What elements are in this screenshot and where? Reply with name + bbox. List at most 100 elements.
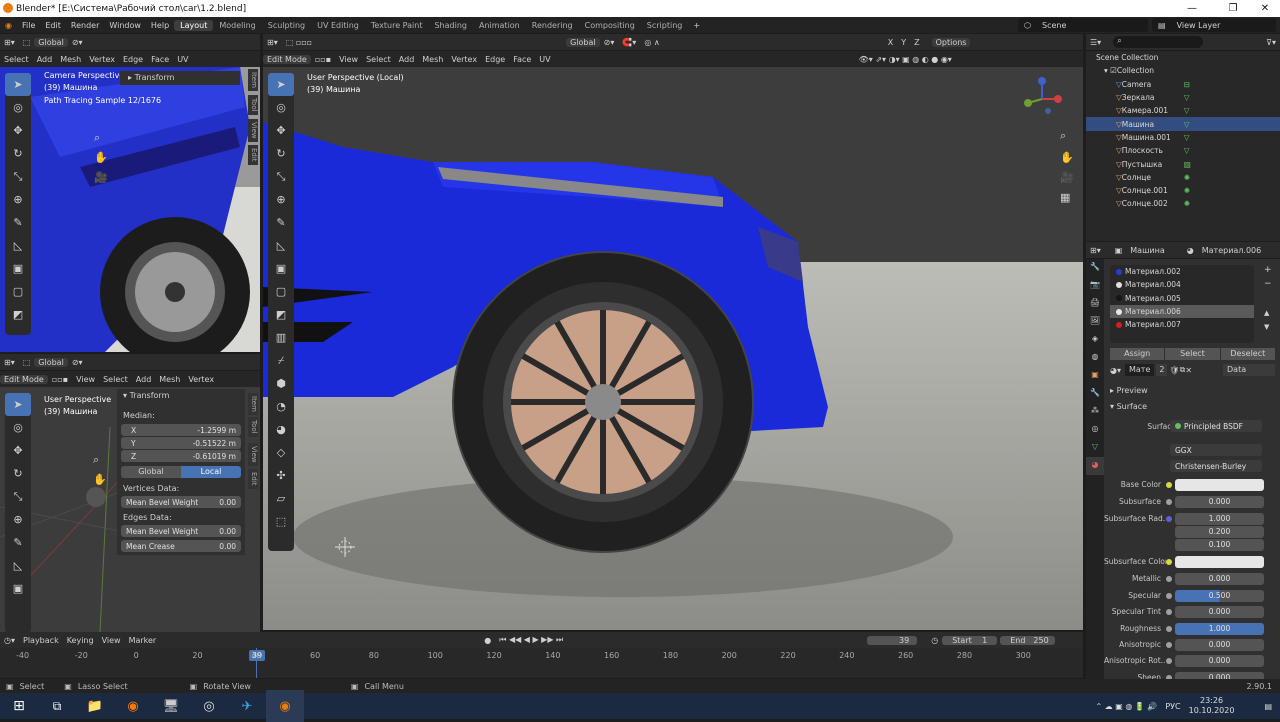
main-menu-face[interactable]: Face (509, 55, 535, 64)
tl-tab-tool[interactable]: Tool (248, 95, 258, 115)
steam-icon[interactable]: ◎ (190, 690, 228, 722)
view-layer-selector[interactable]: ▤ View Layer (1152, 18, 1276, 32)
material-users-count[interactable]: 2 (1156, 364, 1168, 376)
value-field[interactable]: 0.000 (1175, 605, 1264, 618)
socket-icon[interactable] (1166, 575, 1172, 582)
main-pan-hand-icon[interactable]: ✋ (1060, 151, 1074, 164)
slot-add-button[interactable]: + (1264, 265, 1272, 275)
main-axis-x[interactable]: X (884, 38, 897, 47)
menu-window[interactable]: Window (104, 21, 146, 30)
outliner-item[interactable]: ▽ Солнце.001 ✺ (1086, 184, 1280, 197)
value-field[interactable]: 0.000 (1175, 638, 1264, 651)
extrude-tool-icon[interactable]: ▣ (5, 257, 31, 280)
sss-method-dropdown[interactable]: Christensen-Burley (1170, 460, 1262, 472)
scene-selector[interactable]: ⬡ Scene (1018, 18, 1148, 32)
outliner-item[interactable]: ▽ Camera ⊟ (1086, 78, 1280, 91)
main-menu-mesh[interactable]: Mesh (418, 55, 447, 64)
blender-taskbar-icon[interactable]: ◉ (266, 690, 304, 722)
main-viewport-canvas[interactable]: User Perspective (Local) (39) Машина ➤ ◎… (263, 67, 1083, 630)
bl-pan-hand-icon[interactable]: ✋ (93, 473, 107, 486)
measure-tool-icon[interactable]: ◺ (5, 234, 31, 257)
socket-icon[interactable] (1166, 481, 1172, 488)
socket-icon[interactable] (1166, 592, 1172, 599)
bl-orientation-dropdown[interactable]: Global (34, 357, 68, 367)
outliner-collection[interactable]: ▾ ☑ Collection (1086, 64, 1280, 77)
slot-remove-button[interactable]: − (1264, 279, 1272, 289)
main-mode-dropdown[interactable]: Edit Mode (263, 54, 311, 64)
clock[interactable]: 23:26 10.10.2020 (1189, 696, 1235, 716)
bl-tab-tool[interactable]: Tool (248, 417, 258, 437)
use-preview-range-icon[interactable]: ◷ (927, 636, 942, 645)
bl-local-button[interactable]: Local (181, 466, 241, 478)
start-frame-field[interactable]: Start 1 (942, 635, 998, 645)
value-field[interactable]: 0.000 (1175, 654, 1264, 667)
move-tool-icon[interactable]: ✥ (5, 119, 31, 142)
object-data-icon[interactable]: ▨ (1184, 160, 1191, 169)
main-shrink-tool-icon[interactable]: ✣ (268, 464, 294, 487)
annotate-tool-icon[interactable]: ✎ (5, 211, 31, 234)
bl-tab-view[interactable]: View (248, 443, 258, 466)
timeline-view-menu[interactable]: View (98, 636, 125, 645)
main-snap-icon[interactable]: 🧲▾ (618, 38, 640, 47)
bl-field-z[interactable]: Z -0.61019 m (121, 450, 241, 462)
bottomleft-viewport-canvas[interactable]: User Perspective (39) Машина ➤ ◎ ✥ ↻ ⤡ ⊕… (0, 387, 260, 632)
outliner-item[interactable]: ▽ Солнце ✺ (1086, 171, 1280, 184)
pan-hand-icon[interactable]: ✋ (94, 151, 108, 164)
bl-measure-tool-icon[interactable]: ◺ (5, 554, 31, 577)
bl-zoom-icon[interactable]: ⌕ (93, 453, 99, 467)
inset-tool-icon[interactable]: ▢ (5, 280, 31, 303)
value-field[interactable]: 1.000 (1175, 622, 1264, 635)
main-menu-vertex[interactable]: Vertex (447, 55, 481, 64)
main-menu-add[interactable]: Add (395, 55, 419, 64)
fake-user-icon[interactable]: 🛡 (1169, 366, 1179, 375)
current-frame-field[interactable]: 39 (867, 635, 918, 645)
bl-mode-dropdown[interactable]: Edit Mode (0, 374, 48, 384)
add-workspace-button[interactable]: + (688, 21, 705, 30)
tl-menu-edge[interactable]: Edge (119, 55, 147, 64)
bl-scale-tool-icon[interactable]: ⤡ (5, 485, 31, 508)
main-pivot-icon[interactable]: ⊘▾ (600, 38, 619, 47)
outliner-editor-type-icon[interactable]: ☰▾ (1086, 38, 1105, 47)
main-shear-tool-icon[interactable]: ▱ (268, 487, 294, 510)
close-button[interactable]: ✕ (1250, 0, 1280, 17)
bl-select-tool-icon[interactable]: ⬚ (19, 358, 35, 367)
main-annotate-tool-icon[interactable]: ✎ (268, 211, 294, 234)
modifier-tab-icon[interactable]: 🔧 (1086, 385, 1104, 403)
data-tab-icon[interactable]: ▽ (1086, 439, 1104, 457)
tl-menu-uv[interactable]: UV (173, 55, 192, 64)
bl-extrude-tool-icon[interactable]: ▣ (5, 577, 31, 600)
bl-menu-view[interactable]: View (72, 375, 99, 384)
select-button[interactable]: Select (1165, 348, 1220, 360)
unlink-material-icon[interactable]: ✕ (1185, 366, 1192, 375)
outliner-search-input[interactable]: ⌕ (1113, 36, 1204, 48)
scale-tool-icon[interactable]: ⤡ (5, 165, 31, 188)
value-field[interactable]: 0.000 (1175, 572, 1264, 585)
main-menu-select[interactable]: Select (362, 55, 395, 64)
main-smooth-tool-icon[interactable]: ◕ (268, 418, 294, 441)
bl-snap-icon[interactable]: ⊘▾ (68, 358, 87, 367)
object-data-icon[interactable]: ▽ (1184, 146, 1190, 155)
main-bevel-tool-icon[interactable]: ◩ (268, 303, 294, 326)
bl-tab-edit[interactable]: Edit (248, 469, 258, 489)
color-swatch[interactable] (1175, 478, 1264, 491)
link-data-dropdown[interactable]: Data (1223, 364, 1275, 376)
main-extrude-tool-icon[interactable]: ▣ (268, 257, 294, 280)
bl-transform-header[interactable]: ▾ Transform (117, 389, 245, 403)
tl-menu-add[interactable]: Add (33, 55, 57, 64)
bl-menu-add[interactable]: Add (132, 375, 156, 384)
menu-help[interactable]: Help (146, 21, 174, 30)
socket-icon[interactable] (1166, 625, 1172, 632)
socket-icon[interactable] (1166, 641, 1172, 648)
main-polybuild-tool-icon[interactable]: ⬢ (268, 372, 294, 395)
main-spin-tool-icon[interactable]: ◔ (268, 395, 294, 418)
telegram-icon[interactable]: ✈ (228, 690, 266, 722)
view-layer-tab-icon[interactable]: 🖼 (1086, 313, 1104, 331)
distribution-dropdown[interactable]: GGX (1170, 444, 1262, 456)
socket-icon[interactable] (1166, 657, 1172, 664)
main-move-tool-icon[interactable]: ✥ (268, 119, 294, 142)
bl-editor-type-icon[interactable]: ⊞▾ (0, 358, 19, 367)
bl-vertex-bevel-field[interactable]: Mean Bevel Weight 0.00 (121, 496, 241, 508)
bl-menu-mesh[interactable]: Mesh (155, 375, 184, 384)
tl-tab-view[interactable]: View (248, 119, 258, 142)
object-data-icon[interactable]: ▽ (1184, 93, 1190, 102)
